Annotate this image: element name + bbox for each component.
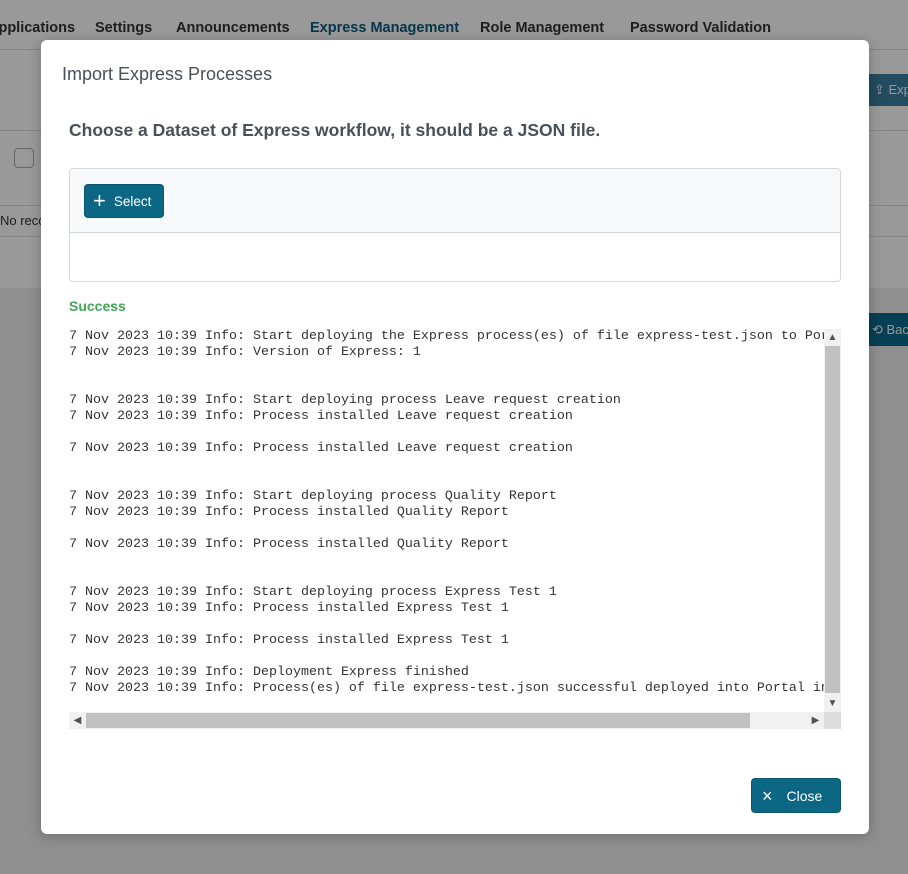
- log-line: 7 Nov 2023 10:39 Info: Process installed…: [69, 505, 509, 520]
- plus-icon: +: [93, 188, 106, 213]
- file-upload: + Select: [69, 168, 841, 282]
- log-line: 7 Nov 2023 10:39 Info: Start deploying p…: [69, 393, 621, 408]
- import-dialog: Import Express Processes Choose a Datase…: [41, 40, 869, 834]
- log-line: 7 Nov 2023 10:39 Info: Start deploying p…: [69, 585, 557, 600]
- log-line: 7 Nov 2023 10:39 Info: Start deploying t…: [69, 329, 824, 344]
- log-line: 7 Nov 2023 10:39 Info: Process installed…: [69, 537, 509, 552]
- log-line: 7 Nov 2023 10:39 Info: Process installed…: [69, 601, 509, 616]
- close-icon: ×: [762, 785, 773, 806]
- log-line: 7 Nov 2023 10:39 Info: Process installed…: [69, 441, 573, 456]
- dialog-subtitle: Choose a Dataset of Express workflow, it…: [69, 120, 601, 140]
- scroll-left-icon[interactable]: ◀: [69, 712, 86, 729]
- log-line: 7 Nov 2023 10:39 Info: Process installed…: [69, 409, 573, 424]
- scrollbar-corner: [824, 712, 841, 729]
- select-file-button[interactable]: + Select: [84, 184, 164, 218]
- status-text: Success: [69, 298, 126, 314]
- vertical-scroll-thumb[interactable]: [825, 346, 840, 693]
- log-output: 7 Nov 2023 10:39 Info: Start deploying t…: [69, 329, 824, 712]
- log-line: 7 Nov 2023 10:39 Info: Version of Expres…: [69, 345, 421, 360]
- horizontal-scrollbar[interactable]: ◀ ▶: [69, 712, 824, 729]
- scroll-right-icon[interactable]: ▶: [807, 712, 824, 729]
- scroll-down-icon[interactable]: ▼: [824, 695, 841, 712]
- select-label: Select: [113, 193, 152, 209]
- close-button[interactable]: × Close: [751, 778, 841, 813]
- file-drop-area[interactable]: [70, 233, 840, 281]
- log-line: 7 Nov 2023 10:39 Info: Start deploying p…: [69, 489, 557, 504]
- log-line: 7 Nov 2023 10:39 Info: Process(es) of fi…: [69, 681, 824, 696]
- scroll-up-icon[interactable]: ▲: [824, 329, 841, 346]
- file-upload-toolbar: + Select: [70, 169, 840, 233]
- deployment-log: 7 Nov 2023 10:39 Info: Start deploying t…: [69, 329, 841, 729]
- log-line: 7 Nov 2023 10:39 Info: Process installed…: [69, 633, 509, 648]
- close-label: Close: [786, 787, 823, 804]
- horizontal-scroll-thumb[interactable]: [86, 713, 750, 728]
- vertical-scrollbar[interactable]: ▲ ▼: [824, 329, 841, 712]
- dialog-title: Import Express Processes: [62, 64, 273, 84]
- log-line: 7 Nov 2023 10:39 Info: Deployment Expres…: [69, 665, 469, 680]
